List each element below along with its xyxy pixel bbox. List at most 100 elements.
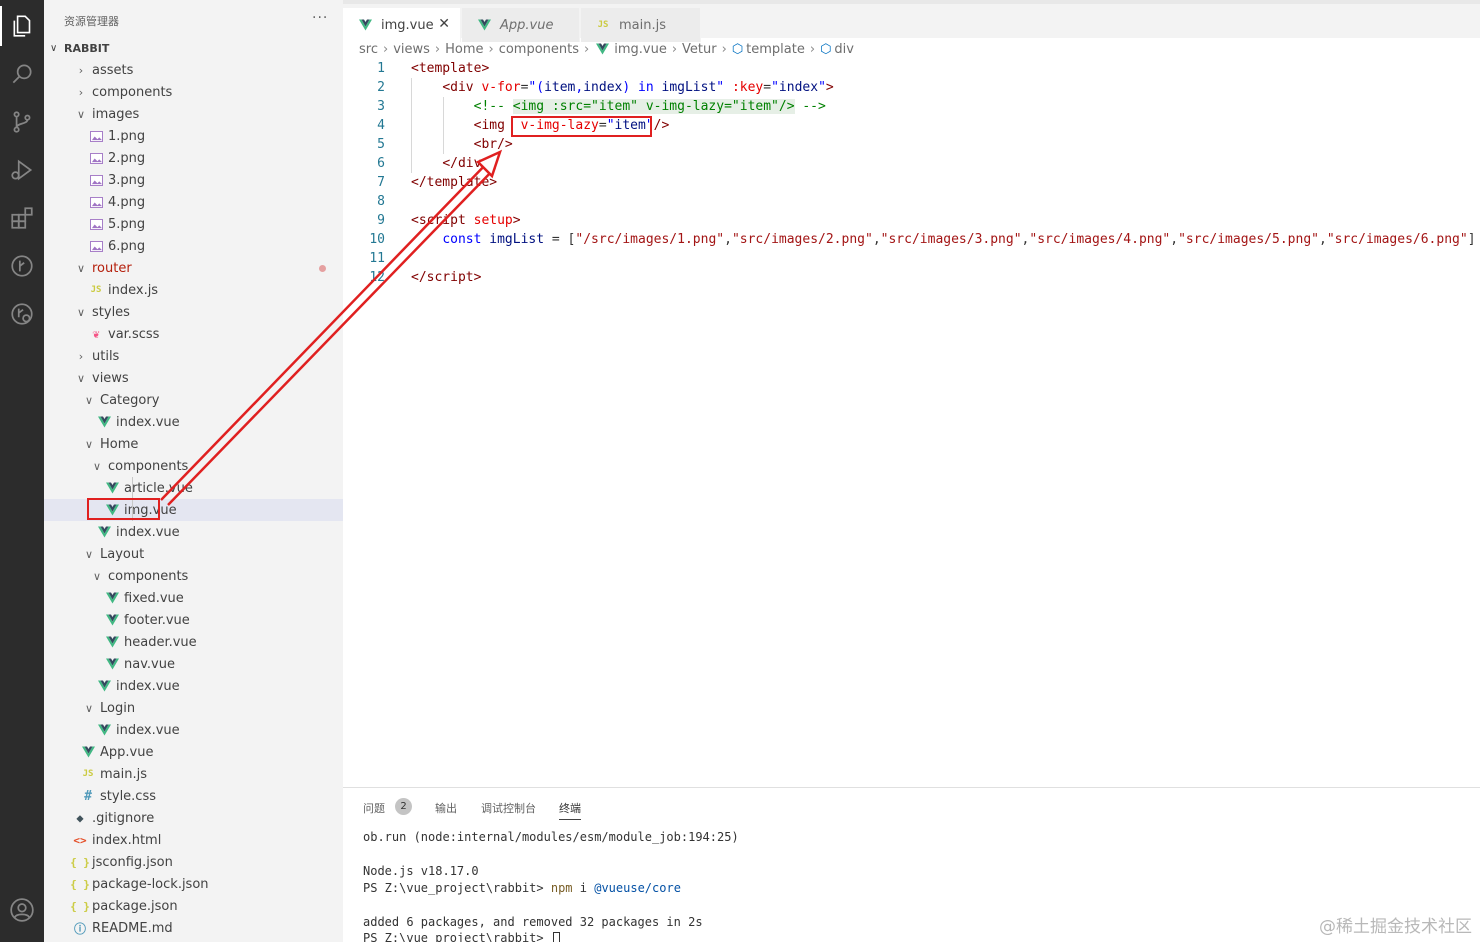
- tree-folder[interactable]: ∨ components: [44, 455, 343, 477]
- explorer-sidebar: 资源管理器 ··· ∨ RABBIT › assets › components ∨ im…: [44, 0, 343, 942]
- tree-file[interactable]: 1.png: [44, 125, 343, 147]
- breadcrumb-item[interactable]: views: [393, 42, 430, 57]
- explorer-icon[interactable]: [0, 6, 44, 46]
- tree-file[interactable]: 4.png: [44, 191, 343, 213]
- tree-folder[interactable]: ∨ Layout: [44, 543, 343, 565]
- tree-folder[interactable]: ∨ Login: [44, 697, 343, 719]
- tree-item-label: components: [108, 458, 189, 474]
- tab-img-vue[interactable]: img.vue ✕: [343, 8, 461, 42]
- tree-item-label: 5.png: [108, 216, 146, 232]
- tree-file[interactable]: { } package.json: [44, 895, 343, 917]
- tree-folder[interactable]: ∨ images: [44, 103, 343, 125]
- tree-file[interactable]: # style.css: [44, 785, 343, 807]
- tree-folder[interactable]: ∨ components: [44, 565, 343, 587]
- tree-item-label: index.js: [108, 282, 159, 298]
- terminal-line: Node.js v18.17.0: [363, 864, 479, 878]
- tree-folder[interactable]: ∨ views: [44, 367, 343, 389]
- timeline-icon[interactable]: [0, 246, 44, 286]
- breadcrumb-item[interactable]: img.vue: [614, 42, 667, 57]
- tree-file[interactable]: index.vue: [44, 719, 343, 741]
- tree-file[interactable]: ◆ .gitignore: [44, 807, 343, 829]
- tree-file[interactable]: { } package-lock.json: [44, 873, 343, 895]
- chevron-right-icon: ›: [78, 85, 84, 99]
- tree-item-label: 2.png: [108, 150, 146, 166]
- tab-terminal[interactable]: 终端: [559, 800, 581, 820]
- annotation-box-directive: [511, 116, 652, 137]
- breadcrumb-item[interactable]: div: [834, 42, 854, 57]
- tab-main-js[interactable]: JS main.js: [581, 8, 701, 42]
- scss-file-icon: ❦: [92, 327, 100, 341]
- tree-file[interactable]: App.vue: [44, 741, 343, 763]
- tree-file[interactable]: fixed.vue: [44, 587, 343, 609]
- symbol-tag-icon: ⬡: [820, 41, 832, 57]
- tree-folder[interactable]: ∨ styles: [44, 301, 343, 323]
- tree-folder[interactable]: ∨ Category: [44, 389, 343, 411]
- account-icon[interactable]: [0, 890, 44, 930]
- workspace-root-label: RABBIT: [64, 42, 110, 55]
- image-file-icon: [88, 238, 104, 254]
- tree-file[interactable]: 6.png: [44, 235, 343, 257]
- tree-file[interactable]: index.vue: [44, 521, 343, 543]
- tree-item-label: index.html: [92, 832, 162, 848]
- bottom-panel: 问题 2 输出 调试控制台 终端 ob.run (node:internal/m…: [343, 787, 1480, 942]
- tree-item-label: nav.vue: [124, 656, 175, 672]
- terminal-command: npm: [550, 881, 573, 895]
- line-number: 5: [377, 137, 385, 152]
- vue-file-icon: [104, 634, 120, 650]
- breadcrumb-item[interactable]: src: [359, 42, 378, 57]
- tree-item-label: views: [92, 370, 129, 386]
- chevron-down-icon: ∨: [76, 261, 86, 275]
- code-editor[interactable]: 1 2 3 4 5 6 7 8 9 10 11 12 <template> <div v-for="(…: [343, 59, 1480, 787]
- workspace-root[interactable]: ∨ RABBIT: [44, 39, 343, 59]
- tree-item-label: index.vue: [116, 678, 180, 694]
- tree-folder[interactable]: ∨ Home: [44, 433, 343, 455]
- tree-item-label: App.vue: [100, 744, 154, 760]
- line-number: 9: [377, 213, 385, 228]
- js-file-icon: JS: [597, 20, 609, 30]
- more-actions-icon[interactable]: ···: [312, 10, 328, 26]
- tab-problems[interactable]: 问题: [363, 800, 385, 816]
- source-control-icon[interactable]: [0, 102, 44, 142]
- breadcrumb-item[interactable]: Vetur: [682, 42, 717, 57]
- chevron-down-icon: ∨: [76, 305, 86, 319]
- vue-file-icon: [96, 524, 112, 540]
- tree-file[interactable]: JS main.js: [44, 763, 343, 785]
- tree-file[interactable]: JS index.js: [44, 279, 343, 301]
- tree-file[interactable]: nav.vue: [44, 653, 343, 675]
- code-line: <script setup>: [411, 213, 521, 228]
- tree-file[interactable]: article.vue: [44, 477, 343, 499]
- tab-app-vue[interactable]: App.vue: [462, 8, 580, 42]
- tree-file[interactable]: footer.vue: [44, 609, 343, 631]
- tree-folder[interactable]: ∨ router: [44, 257, 343, 279]
- js-file-icon: JS: [82, 769, 94, 779]
- tree-folder[interactable]: › assets: [44, 59, 343, 81]
- line-number: 1: [377, 61, 385, 76]
- close-icon[interactable]: ✕: [438, 16, 450, 32]
- tree-file[interactable]: index.vue: [44, 411, 343, 433]
- tree-file[interactable]: 2.png: [44, 147, 343, 169]
- vue-file-icon: [96, 722, 112, 738]
- tree-file[interactable]: index.vue: [44, 675, 343, 697]
- tree-file[interactable]: <> index.html: [44, 829, 343, 851]
- run-debug-icon[interactable]: [0, 150, 44, 190]
- tree-file[interactable]: { } jsconfig.json: [44, 851, 343, 873]
- tree-file[interactable]: header.vue: [44, 631, 343, 653]
- breadcrumb-item[interactable]: template: [746, 42, 805, 57]
- tab-debug-console[interactable]: 调试控制台: [481, 800, 536, 816]
- tree-file[interactable]: ⓘ README.md: [44, 917, 343, 939]
- breadcrumb-item[interactable]: components: [499, 42, 579, 57]
- tree-file[interactable]: 5.png: [44, 213, 343, 235]
- terminal-input-line[interactable]: PS Z:\vue_project\rabbit>: [363, 930, 560, 942]
- code-line: </template>: [411, 175, 498, 190]
- extensions-icon[interactable]: [0, 198, 44, 238]
- tab-output[interactable]: 输出: [435, 800, 457, 816]
- tree-file[interactable]: 3.png: [44, 169, 343, 191]
- tree-folder[interactable]: › utils: [44, 345, 343, 367]
- breadcrumb-item[interactable]: Home: [445, 42, 483, 57]
- remote-explorer-icon[interactable]: [0, 294, 44, 334]
- tree-item-label: 4.png: [108, 194, 146, 210]
- chevron-right-icon: ›: [671, 41, 678, 57]
- tree-file[interactable]: ❦ var.scss: [44, 323, 343, 345]
- search-icon[interactable]: [0, 54, 44, 94]
- tree-folder[interactable]: › components: [44, 81, 343, 103]
